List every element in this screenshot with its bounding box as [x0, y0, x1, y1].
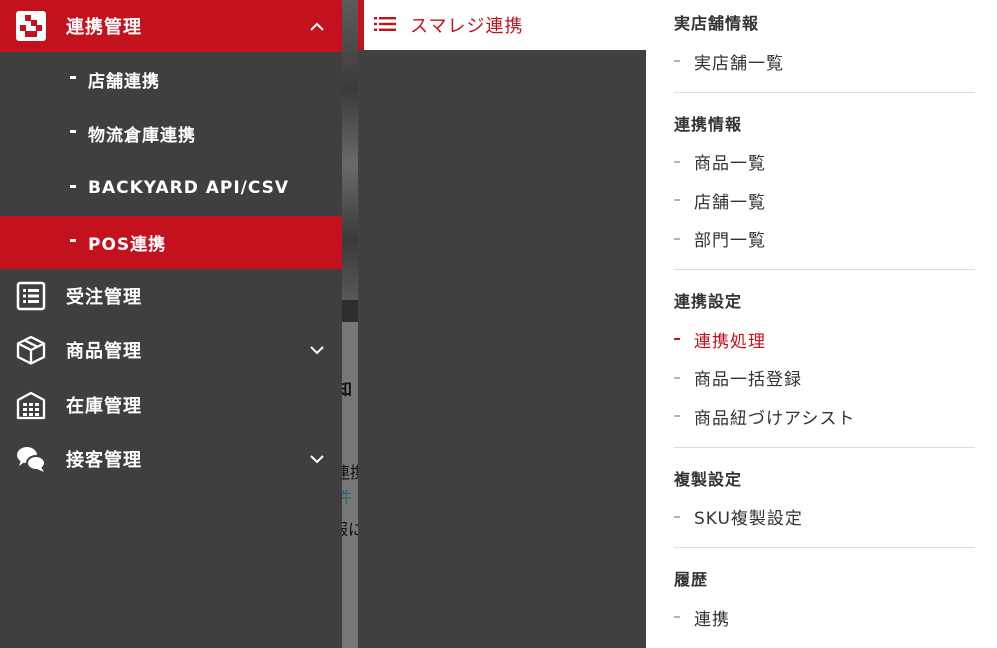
section-title-history: 履歴 [674, 570, 709, 589]
sub-item-label: 店舗連携 [88, 71, 160, 92]
nav-item-label: 在庫管理 [66, 395, 142, 417]
integration-icon [16, 11, 46, 41]
menu-item-label: SKU複製設定 [694, 509, 803, 530]
chevron-down-icon[interactable] [310, 343, 324, 357]
section-title-integration-settings: 連携設定 [674, 292, 743, 311]
background-text-fragment: 知 [342, 380, 353, 399]
menu-item-product-link-assist[interactable]: 商品紐づけアシスト [674, 397, 975, 436]
menu-item-sku-duplication[interactable]: SKU複製設定 [674, 498, 975, 537]
background-banner-image [342, 0, 358, 300]
dash-marker [674, 160, 680, 163]
menu-item-label: 商品一覧 [694, 154, 766, 175]
section-title-physical-store: 実店舗情報 [674, 14, 760, 33]
nav-group-integration[interactable]: 連携管理 [0, 0, 342, 52]
warehouse-icon [16, 390, 46, 420]
sub-item-warehouse-integration[interactable]: 物流倉庫連携 [0, 107, 342, 162]
menu-item-shop-list[interactable]: 店舗一覧 [674, 181, 975, 220]
menu-item-bulk-product-registration[interactable]: 商品一括登録 [674, 359, 975, 398]
sub-item-label: POS連携 [88, 234, 167, 255]
menu-item-department-list[interactable]: 部門一覧 [674, 220, 975, 259]
sub-item-backyard-api[interactable]: BACKYARD API/CSV [0, 161, 342, 216]
dash-marker [674, 376, 680, 379]
list-icon [374, 16, 396, 35]
dash-marker [70, 184, 76, 188]
menu-item-label: 連携処理 [694, 331, 766, 352]
menu-item-integration-history[interactable]: 連携 [674, 598, 975, 637]
nav-group-integration-label: 連携管理 [66, 17, 142, 38]
dash-marker [674, 237, 680, 240]
sub-item-store-integration[interactable]: 店舗連携 [0, 52, 342, 107]
nav-item-label: 商品管理 [66, 341, 142, 363]
chevron-up-icon[interactable] [310, 19, 324, 33]
menu-item-store-list[interactable]: 実店舗一覧 [674, 42, 975, 81]
section-title-duplication-settings: 複製設定 [674, 469, 743, 489]
nav-item-customer-service[interactable]: 接客管理 [0, 432, 342, 487]
menu-item-product-list[interactable]: 商品一覧 [674, 143, 975, 182]
dash-marker [674, 199, 680, 202]
background-link-fragment: 件 [342, 488, 353, 507]
menu-item-label: 連携 [694, 609, 730, 630]
dash-marker [674, 415, 680, 418]
dash-marker [674, 515, 680, 518]
nav-item-inventory[interactable]: 在庫管理 [0, 378, 342, 433]
dash-marker [70, 75, 76, 79]
smaregi-integration-item[interactable]: スマレジ連携 [358, 0, 646, 50]
divider [674, 446, 975, 448]
background-text-fragment: 報に [342, 520, 358, 539]
menu-item-label: 商品一括登録 [694, 370, 802, 391]
section-title-integration-info: 連携情報 [674, 114, 743, 134]
sub-item-pos-integration[interactable]: POS連携 [0, 215, 342, 269]
divider [674, 547, 975, 548]
sub-item-label: BACKYARD API/CSV [88, 178, 290, 199]
nav-item-label: 接客管理 [66, 450, 142, 472]
dash-marker [674, 338, 680, 341]
dash-marker [674, 616, 680, 619]
smaregi-submenu: 実店舗情報 実店舗一覧 連携情報 商品一覧 店舗一覧 部門一覧 連携設定 連携処… [646, 0, 997, 648]
dash-marker [674, 60, 680, 63]
chevron-down-icon[interactable] [310, 452, 324, 466]
menu-item-label: 部門一覧 [694, 231, 766, 252]
nav-item-orders[interactable]: 受注管理 [0, 269, 342, 324]
main-sidebar: 連携管理 店舗連携 物流倉庫連携 BACKYARD API/CSV POS連携 [0, 0, 342, 648]
order-list-icon [16, 281, 46, 311]
menu-item-label: 店舗一覧 [694, 192, 766, 213]
divider [674, 91, 975, 93]
smaregi-integration-label: スマレジ連携 [410, 16, 524, 37]
dash-marker [70, 130, 76, 134]
menu-item-label: 実店舗一覧 [694, 53, 784, 74]
background-page-strip: 知 連携 件 報に [342, 0, 358, 648]
nav-item-products[interactable]: 商品管理 [0, 323, 342, 378]
nav-item-label: 受注管理 [66, 286, 142, 308]
chat-bubbles-icon [16, 444, 46, 474]
divider [674, 269, 975, 270]
background-text-fragment: 連携 [342, 463, 358, 482]
box-icon [16, 335, 46, 365]
menu-item-label: 商品紐づけアシスト [694, 408, 856, 429]
dash-marker [70, 238, 76, 242]
pos-integration-panel: スマレジ連携 [358, 0, 646, 648]
integration-submenu: 店舗連携 物流倉庫連携 BACKYARD API/CSV POS連携 [0, 52, 342, 269]
sub-item-label: 物流倉庫連携 [88, 126, 196, 147]
menu-item-integration-process[interactable]: 連携処理 [674, 320, 975, 359]
